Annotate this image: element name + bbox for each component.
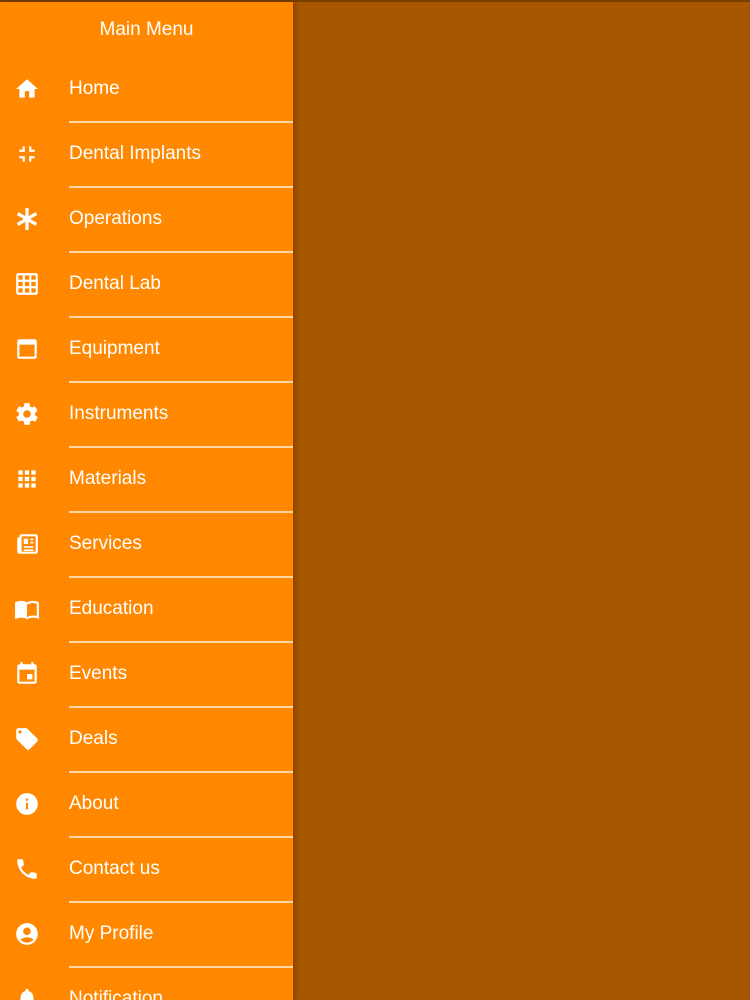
phone-icon — [14, 856, 40, 882]
asterisk-icon — [14, 206, 40, 232]
menu-item-contact-us[interactable]: Contact us — [0, 838, 293, 903]
book-icon — [14, 596, 40, 622]
menu-item-label: My Profile — [69, 923, 154, 944]
menu-item-events[interactable]: Events — [0, 643, 293, 708]
home-icon — [14, 76, 40, 102]
menu-item-label: Notification — [69, 988, 163, 1000]
menu-item-label: Deals — [69, 728, 118, 749]
drawer-scrim[interactable] — [293, 2, 750, 1000]
navigation-drawer: Main Menu Home Dental Implants Operation… — [0, 2, 293, 1000]
menu-item-label: Education — [69, 598, 154, 619]
app-screen: Main Menu Home Dental Implants Operation… — [0, 0, 750, 1000]
tag-icon — [14, 726, 40, 752]
grid-icon — [14, 271, 40, 297]
calendar-icon — [14, 661, 40, 687]
info-icon — [14, 791, 40, 817]
menu-list: Home Dental Implants Operations Dental L… — [0, 58, 293, 1000]
menu-item-label: Operations — [69, 208, 162, 229]
menu-item-label: Contact us — [69, 858, 160, 879]
menu-item-notification[interactable]: Notification — [0, 968, 293, 1000]
menu-item-home[interactable]: Home — [0, 58, 293, 123]
menu-item-services[interactable]: Services — [0, 513, 293, 578]
menu-item-label: Materials — [69, 468, 147, 489]
drawer-title: Main Menu — [99, 19, 194, 40]
menu-item-label: Instruments — [69, 403, 169, 424]
window-icon — [14, 336, 40, 362]
newspaper-icon — [14, 531, 40, 557]
menu-item-label: Dental Lab — [69, 273, 161, 294]
fullscreen-exit-icon — [14, 141, 40, 167]
account-icon — [14, 921, 40, 947]
menu-item-dental-lab[interactable]: Dental Lab — [0, 253, 293, 318]
menu-item-education[interactable]: Education — [0, 578, 293, 643]
menu-item-label: Services — [69, 533, 142, 554]
menu-item-label: About — [69, 793, 119, 814]
menu-item-equipment[interactable]: Equipment — [0, 318, 293, 383]
menu-item-deals[interactable]: Deals — [0, 708, 293, 773]
menu-item-materials[interactable]: Materials — [0, 448, 293, 513]
menu-item-label: Dental Implants — [69, 143, 202, 164]
menu-item-label: Equipment — [69, 338, 160, 359]
gear-icon — [14, 401, 40, 427]
menu-item-label: Events — [69, 663, 128, 684]
menu-item-dental-implants[interactable]: Dental Implants — [0, 123, 293, 188]
bell-icon — [14, 986, 40, 1000]
menu-item-label: Home — [69, 78, 120, 99]
apps-icon — [14, 466, 40, 492]
menu-item-operations[interactable]: Operations — [0, 188, 293, 253]
menu-item-my-profile[interactable]: My Profile — [0, 903, 293, 968]
menu-item-about[interactable]: About — [0, 773, 293, 838]
menu-item-instruments[interactable]: Instruments — [0, 383, 293, 448]
